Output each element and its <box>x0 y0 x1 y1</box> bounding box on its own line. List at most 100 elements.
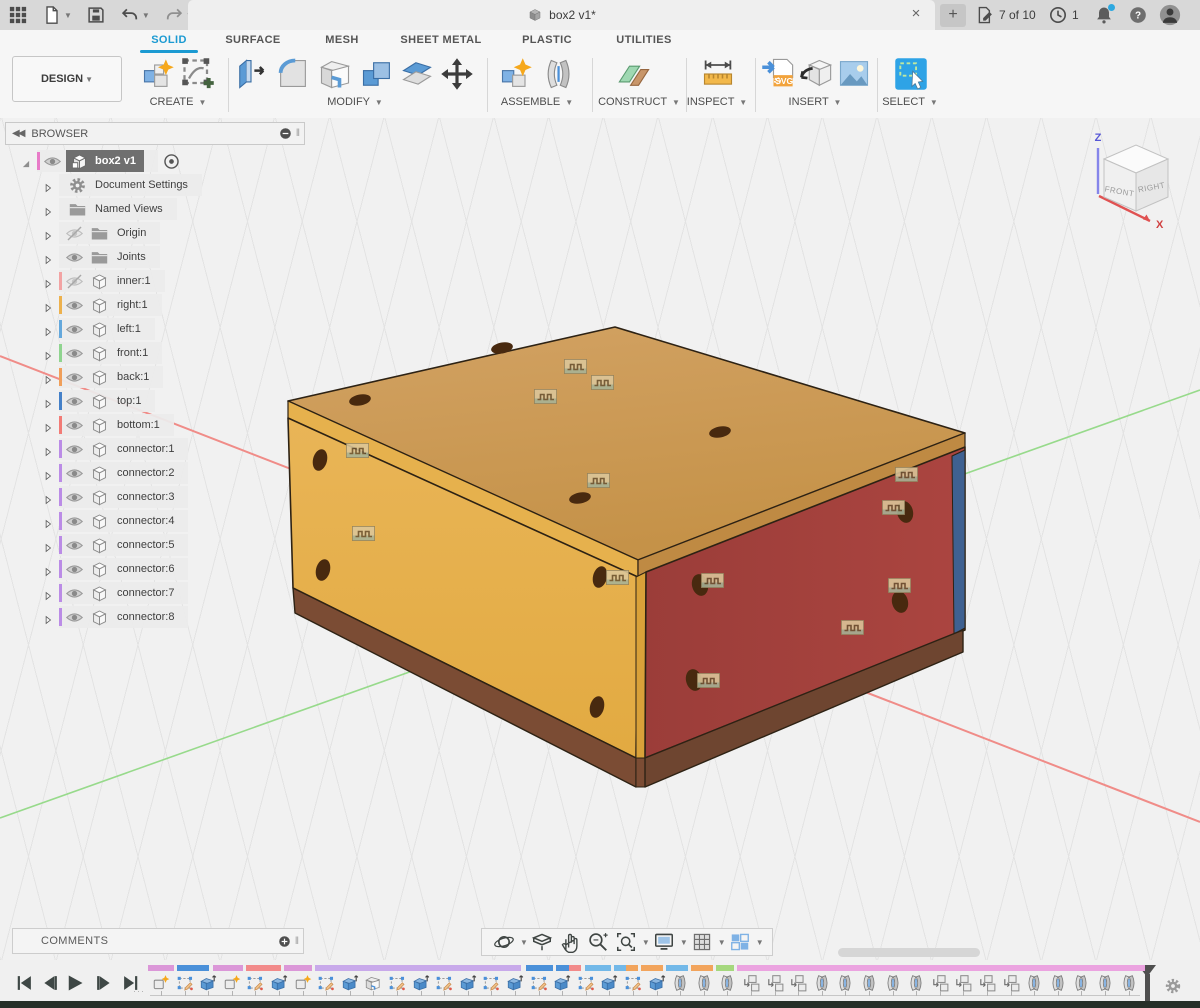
as-built-joint-glyph[interactable] <box>882 500 905 515</box>
timeline-feature-joint-icon[interactable] <box>907 974 925 992</box>
as-built-joint-glyph[interactable] <box>888 578 911 593</box>
dropdown-caret-icon[interactable]: ▼ <box>520 938 528 947</box>
ribbon-tab-solid[interactable]: SOLID <box>140 34 198 50</box>
close-tab-icon[interactable]: × <box>907 5 925 23</box>
timeline-group-bar[interactable] <box>666 965 688 971</box>
timeline-feature-sketch-icon[interactable] <box>317 974 335 992</box>
ribbon-tab-sheet-metal[interactable]: SHEET METAL <box>398 34 484 50</box>
timeline-feature-box-icon[interactable] <box>364 974 382 992</box>
expand-closed-icon[interactable] <box>43 516 53 526</box>
job-status[interactable]: 1 <box>1048 4 1079 26</box>
orbit-icon[interactable] <box>493 931 515 953</box>
combine-icon[interactable] <box>359 56 395 92</box>
timeline-feature-copy-icon[interactable] <box>978 974 996 992</box>
timeline-group-bar[interactable] <box>737 965 1145 971</box>
dropdown-caret-icon[interactable]: ▼ <box>756 938 764 947</box>
eye-visible-icon[interactable] <box>65 536 84 555</box>
browser-item-joints[interactable]: Joints <box>5 246 305 268</box>
timeline-group-bar[interactable] <box>177 965 209 971</box>
version-status[interactable]: 7 of 10 <box>975 4 1036 26</box>
browser-item-top-1[interactable]: top:1 <box>5 390 305 412</box>
expand-closed-icon[interactable] <box>43 444 53 454</box>
eye-visible-icon[interactable] <box>65 296 84 315</box>
timeline-feature-joint-icon[interactable] <box>1025 974 1043 992</box>
step-back-button[interactable] <box>40 973 60 993</box>
timeline-group-bar[interactable] <box>716 965 734 971</box>
timeline-feature-extrude-icon[interactable] <box>459 974 477 992</box>
browser-root-item[interactable]: box2 v1 <box>5 150 305 172</box>
step-forward-button[interactable] <box>94 973 114 993</box>
eye-visible-icon[interactable] <box>65 440 84 459</box>
browser-header[interactable]: ◀◀ BROWSER ‖ <box>5 122 305 145</box>
expand-closed-icon[interactable] <box>43 540 53 550</box>
construction-plane-icon[interactable] <box>616 56 652 92</box>
expand-closed-icon[interactable] <box>43 228 53 238</box>
timeline-feature-copy-icon[interactable] <box>789 974 807 992</box>
timeline-group-bar[interactable] <box>246 965 281 971</box>
timeline-feature-joint-icon[interactable] <box>860 974 878 992</box>
group-label-insert[interactable]: INSERT ▼ <box>789 96 842 110</box>
3d-viewport[interactable]: ◀◀ BROWSER ‖ box2 v1Document SettingsNam… <box>0 118 1200 961</box>
browser-item-back-1[interactable]: back:1 <box>5 366 305 388</box>
add-comment-icon[interactable] <box>278 935 291 948</box>
timeline-feature-sketch-icon[interactable] <box>388 974 406 992</box>
eye-visible-icon[interactable] <box>43 152 62 171</box>
eye-visible-icon[interactable] <box>65 368 84 387</box>
eye-visible-icon[interactable] <box>65 584 84 603</box>
timeline-feature-extrude-icon[interactable] <box>412 974 430 992</box>
redo-icon[interactable] <box>164 5 184 25</box>
expand-closed-icon[interactable] <box>43 492 53 502</box>
as-built-joint-glyph[interactable] <box>587 473 610 488</box>
expand-closed-icon[interactable] <box>43 420 53 430</box>
help-button[interactable]: ? <box>1128 4 1152 26</box>
eye-visible-icon[interactable] <box>65 464 84 483</box>
timeline-group-bar[interactable] <box>626 965 638 971</box>
timeline-feature-extrude-icon[interactable] <box>600 974 618 992</box>
as-built-joint-glyph[interactable] <box>346 443 369 458</box>
document-tab[interactable]: box2 v1* × <box>188 0 935 30</box>
timeline-group-bar[interactable] <box>585 965 611 971</box>
expand-closed-icon[interactable] <box>43 300 53 310</box>
fit-icon[interactable] <box>615 931 637 953</box>
eye-hidden-icon[interactable] <box>65 224 84 243</box>
timeline-feature-extrude-icon[interactable] <box>199 974 217 992</box>
skip-end-button[interactable] <box>121 973 141 993</box>
scrollbar-pill[interactable] <box>838 948 980 957</box>
timeline-marker-bar[interactable] <box>1145 974 1150 1001</box>
expand-closed-icon[interactable] <box>43 276 53 286</box>
as-built-joint-glyph[interactable] <box>352 526 375 541</box>
eye-visible-icon[interactable] <box>65 608 84 627</box>
timeline-feature-copy-icon[interactable] <box>1002 974 1020 992</box>
timeline-feature-joint-icon[interactable] <box>695 974 713 992</box>
timeline-feature-copy-icon[interactable] <box>931 974 949 992</box>
shell-icon[interactable] <box>317 56 353 92</box>
browser-item-named-views[interactable]: Named Views <box>5 198 305 220</box>
eye-visible-icon[interactable] <box>65 344 84 363</box>
timeline-feature-sketch-icon[interactable] <box>624 974 642 992</box>
browser-item-origin[interactable]: Origin <box>5 222 305 244</box>
group-label-inspect[interactable]: INSPECT ▼ <box>687 96 747 110</box>
timeline-feature-sketch-icon[interactable] <box>246 974 264 992</box>
undo-icon[interactable] <box>120 5 140 25</box>
timeline-feature-sketch-icon[interactable] <box>530 974 548 992</box>
timeline-group-bar[interactable] <box>614 965 626 971</box>
dropdown-caret-icon[interactable]: ▼ <box>718 938 726 947</box>
timeline-feature-joint-icon[interactable] <box>671 974 689 992</box>
activate-component-icon[interactable] <box>162 152 181 171</box>
expand-closed-icon[interactable] <box>43 564 53 574</box>
browser-item-connector-4[interactable]: connector:4 <box>5 510 305 532</box>
timeline-feature-joint-icon[interactable] <box>1120 974 1138 992</box>
browser-item-right-1[interactable]: right:1 <box>5 294 305 316</box>
timeline-feature-component-icon[interactable] <box>152 974 170 992</box>
group-label-select[interactable]: SELECT ▼ <box>882 96 938 110</box>
joint-icon[interactable] <box>540 56 576 92</box>
account-avatar[interactable] <box>1158 4 1186 26</box>
as-built-joint-glyph[interactable] <box>606 570 629 585</box>
as-built-joint-glyph[interactable] <box>564 359 587 374</box>
group-label-create[interactable]: CREATE ▼ <box>150 96 207 110</box>
browser-item-left-1[interactable]: left:1 <box>5 318 305 340</box>
browser-item-connector-5[interactable]: connector:5 <box>5 534 305 556</box>
as-built-joint-glyph[interactable] <box>534 389 557 404</box>
browser-item-front-1[interactable]: front:1 <box>5 342 305 364</box>
expand-closed-icon[interactable] <box>43 180 53 190</box>
